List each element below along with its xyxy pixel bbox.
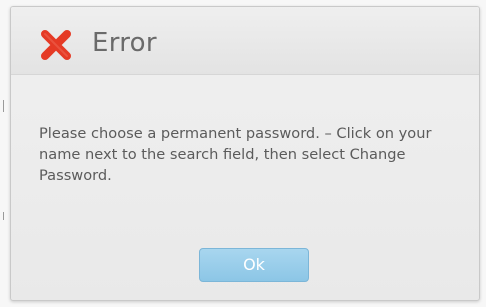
dialog-title: Error bbox=[92, 28, 157, 58]
page: Error Please choose a permanent password… bbox=[0, 0, 486, 307]
dialog-message: Please choose a permanent password. – Cl… bbox=[39, 125, 432, 184]
dialog-header: Error bbox=[11, 7, 479, 75]
ok-button[interactable]: Ok bbox=[199, 248, 309, 282]
error-dialog: Error Please choose a permanent password… bbox=[10, 6, 480, 301]
background-edge-mark bbox=[3, 212, 4, 220]
error-x-icon bbox=[41, 30, 71, 60]
background-edge-mark bbox=[3, 100, 4, 112]
